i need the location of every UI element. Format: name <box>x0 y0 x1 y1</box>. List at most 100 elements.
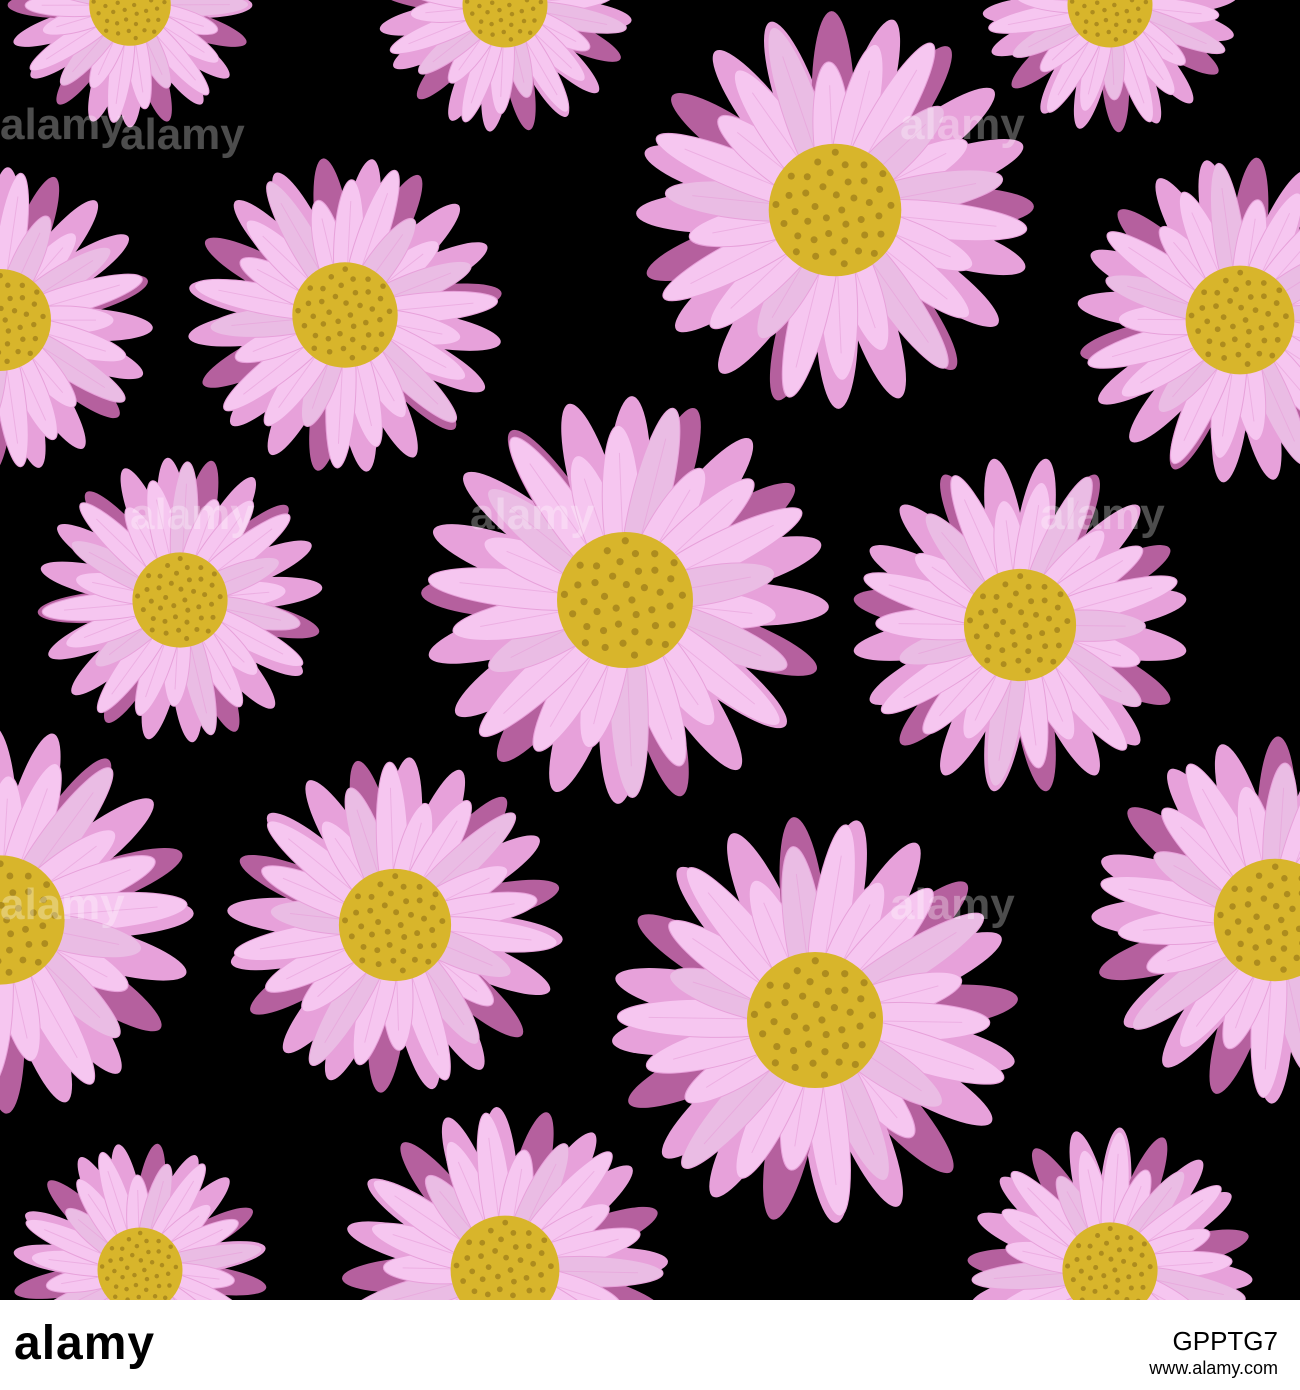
center-dot <box>1258 324 1265 331</box>
center-dot <box>416 883 423 890</box>
center-dot <box>583 622 591 631</box>
center-dot <box>487 1227 494 1234</box>
center-dot <box>1204 318 1211 325</box>
center-dot <box>1269 352 1276 359</box>
center-dot <box>875 212 883 220</box>
center-dot <box>209 582 215 588</box>
center-dot <box>1267 882 1274 889</box>
center-dot <box>1272 863 1279 870</box>
center-dot <box>868 1011 876 1019</box>
center-dot <box>538 1271 544 1278</box>
center-dot <box>1260 280 1267 286</box>
center-dot <box>648 606 656 614</box>
center-dot <box>857 995 865 1003</box>
center-dot <box>1214 289 1221 296</box>
center-dot <box>1090 9 1095 15</box>
center-dot <box>312 332 319 339</box>
center-dot <box>838 206 846 214</box>
center-dot <box>1244 901 1252 908</box>
center-dot <box>846 1008 854 1016</box>
center-dot <box>1132 30 1138 36</box>
daisy-flower <box>37 457 323 743</box>
center-dot <box>477 3 482 9</box>
center-dot <box>489 21 494 27</box>
center-dot <box>860 177 868 185</box>
flower-center <box>292 262 398 368</box>
center-dot <box>478 1253 484 1259</box>
center-dot <box>780 219 788 227</box>
center-dot <box>1221 355 1228 361</box>
center-dot <box>599 626 608 635</box>
center-dot <box>381 902 388 909</box>
center-dot <box>1273 321 1279 328</box>
center-dot <box>202 592 208 598</box>
center-dot <box>416 897 423 904</box>
center-dot <box>23 311 30 317</box>
center-dot <box>831 148 839 156</box>
center-dot <box>411 956 418 963</box>
center-dot <box>830 1004 838 1012</box>
center-dot <box>609 572 617 580</box>
center-dot <box>631 550 640 558</box>
center-dot <box>668 621 676 629</box>
center-dot <box>1244 361 1251 367</box>
center-dot <box>133 35 138 41</box>
flower-center <box>963 568 1077 682</box>
center-dot <box>325 335 332 342</box>
center-dot <box>978 609 985 616</box>
center-dot <box>1128 1285 1134 1291</box>
center-dot <box>860 161 868 169</box>
center-dot <box>766 981 774 989</box>
center-dot <box>1050 658 1057 665</box>
center-dot <box>1087 1243 1093 1249</box>
center-dot <box>497 7 502 13</box>
center-dot <box>811 957 819 965</box>
center-dot <box>342 266 349 272</box>
center-dot <box>5 968 13 976</box>
center-dot <box>1082 29 1088 35</box>
center-dot <box>1076 1243 1082 1249</box>
center-dot <box>532 18 537 23</box>
center-dot <box>619 639 627 647</box>
center-dot <box>152 1294 158 1299</box>
center-dot <box>1147 1264 1153 1270</box>
center-dot <box>1103 17 1109 23</box>
center-dot <box>1217 911 1224 919</box>
center-dot <box>194 626 200 632</box>
center-dot <box>840 260 848 268</box>
center-dot <box>1101 1273 1107 1279</box>
center-dot <box>142 1267 147 1273</box>
center-dot <box>1126 18 1132 24</box>
center-dot <box>876 185 884 193</box>
center-dot <box>666 602 674 610</box>
center-dot <box>1247 294 1254 300</box>
center-dot <box>526 1243 532 1250</box>
center-dot <box>15 348 21 355</box>
center-dot <box>1070 1277 1076 1283</box>
center-dot <box>1260 895 1268 902</box>
center-dot <box>360 943 367 950</box>
center-dot <box>967 617 974 624</box>
center-dot <box>841 237 849 245</box>
center-dot <box>380 283 386 289</box>
center-dot <box>512 1244 519 1250</box>
center-dot <box>318 298 325 305</box>
center-dot <box>530 1260 537 1267</box>
center-dot <box>340 345 347 352</box>
center-dot <box>656 588 664 596</box>
petal-vein <box>1069 625 1126 627</box>
center-dot <box>574 581 582 589</box>
center-dot <box>112 1294 118 1300</box>
center-dot <box>1082 3 1087 9</box>
center-dot <box>119 1256 124 1262</box>
center-dot <box>178 586 184 592</box>
center-dot <box>198 565 204 571</box>
center-dot <box>508 37 514 42</box>
center-dot <box>1093 1264 1099 1270</box>
center-dot <box>1276 287 1283 294</box>
center-dot <box>592 562 601 570</box>
center-dot <box>1132 1262 1138 1268</box>
center-dot <box>429 904 436 911</box>
center-dot <box>301 322 308 329</box>
center-dot <box>184 636 190 642</box>
